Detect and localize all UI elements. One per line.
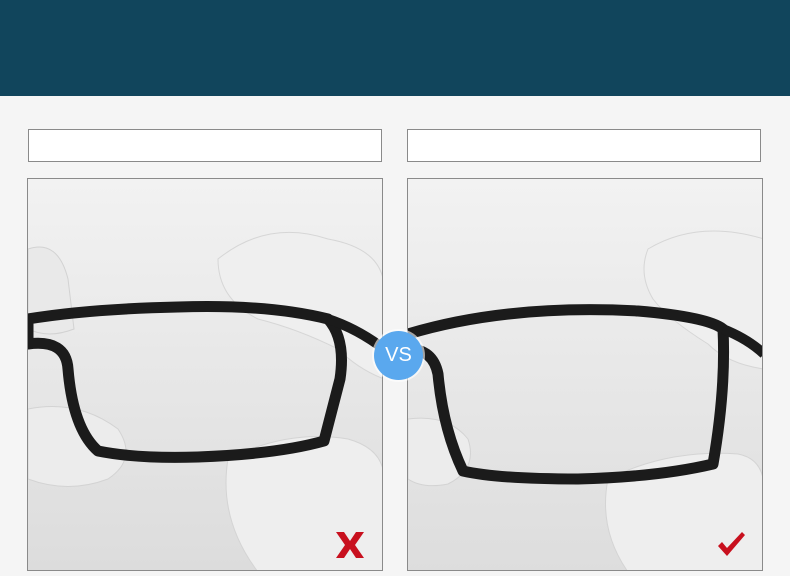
vs-badge: VS	[374, 331, 423, 380]
left-glasses-photo	[27, 178, 383, 571]
vs-text: VS	[385, 344, 412, 366]
header-banner	[0, 0, 790, 96]
left-label-box	[28, 129, 382, 162]
check-icon	[716, 530, 746, 558]
right-label-box	[407, 129, 761, 162]
right-glasses-photo	[407, 178, 763, 571]
cross-icon	[334, 530, 366, 560]
